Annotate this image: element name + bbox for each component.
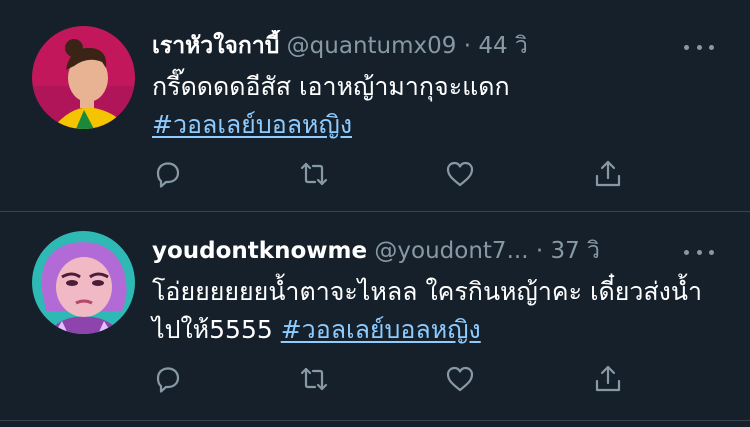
timestamp[interactable]: 44 วิ — [478, 33, 528, 59]
avatar-image — [32, 26, 135, 129]
more-icon[interactable] — [684, 42, 714, 52]
more-icon[interactable] — [684, 247, 714, 257]
more-dot — [709, 249, 714, 255]
tweet-text: กรี๊ดดดดอีสัส เอาหญ้ามากุจะแดก #วอลเลย์บ… — [152, 68, 722, 144]
like-icon[interactable] — [444, 158, 480, 194]
share-icon[interactable] — [592, 158, 628, 194]
avatar[interactable] — [32, 231, 135, 334]
timestamp[interactable]: 37 วิ — [550, 238, 600, 264]
more-dot — [696, 44, 702, 50]
user-handle[interactable]: @youdont7... — [374, 238, 528, 264]
tweet-divider — [0, 420, 750, 421]
more-dot — [684, 44, 689, 50]
reply-icon[interactable] — [152, 363, 188, 399]
tweet[interactable]: youdontknowme @youdont7... · 37 วิ โอ่ยย… — [0, 213, 750, 427]
avatar[interactable] — [32, 26, 135, 129]
hashtag-link[interactable]: #วอลเลย์บอลหญิง — [152, 110, 352, 139]
tweet-header: เราหัวใจกาบี้ @quantumx09 · 44 วิ — [152, 30, 686, 62]
avatar-image — [32, 231, 135, 334]
tweet-text: โอ่ยยยยยยน้ำตาจะไหลล ใครกินหญ้าคะ เดี๋ยว… — [152, 273, 722, 349]
hashtag-link[interactable]: #วอลเลย์บอลหญิง — [281, 315, 481, 344]
tweet-body-text: กรี๊ดดดดอีสัส เอาหญ้ามากุจะแดก — [152, 72, 510, 101]
more-dot — [696, 249, 702, 255]
share-icon[interactable] — [592, 363, 628, 399]
separator-dot: · — [463, 33, 472, 59]
tweet-feed: เราหัวใจกาบี้ @quantumx09 · 44 วิ กรี๊ดด… — [0, 0, 750, 427]
tweet-divider — [0, 211, 750, 212]
reply-icon[interactable] — [152, 158, 188, 194]
display-name[interactable]: เราหัวใจกาบี้ — [152, 33, 279, 59]
retweet-icon[interactable] — [298, 158, 334, 194]
like-icon[interactable] — [444, 363, 480, 399]
tweet[interactable]: เราหัวใจกาบี้ @quantumx09 · 44 วิ กรี๊ดด… — [0, 0, 750, 212]
tweet-header: youdontknowme @youdont7... · 37 วิ — [152, 235, 686, 267]
retweet-icon[interactable] — [298, 363, 334, 399]
tweet-actions — [152, 363, 632, 399]
user-handle[interactable]: @quantumx09 — [287, 33, 457, 59]
separator-dot: · — [535, 238, 544, 264]
more-dot — [709, 44, 714, 50]
more-dot — [684, 249, 689, 255]
tweet-actions — [152, 158, 632, 194]
display-name[interactable]: youdontknowme — [152, 238, 367, 264]
